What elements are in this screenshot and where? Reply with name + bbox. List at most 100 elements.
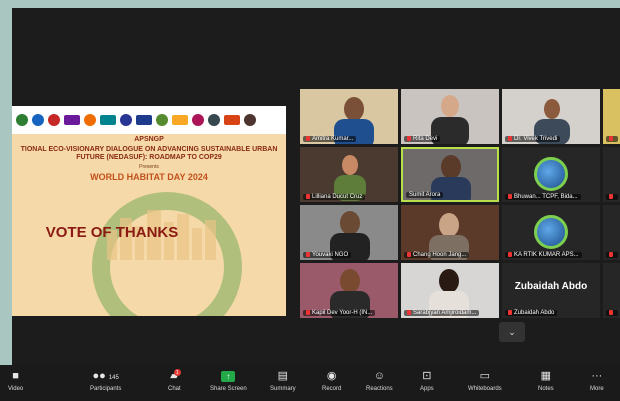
participant-name: Kapil Dev Yoor-H (IN...: [303, 309, 376, 316]
participant-name: Lilliana Ducut Cruz: [303, 193, 366, 200]
participant-tile[interactable]: Bhuwan... TCPF, Bida...: [502, 147, 600, 202]
logo-icon: [64, 115, 80, 125]
chat-badge: 1: [173, 369, 181, 376]
participant-tile[interactable]: Dr. Vivek Trivedi: [502, 89, 600, 144]
participant-tile[interactable]: [603, 147, 620, 202]
smiley-icon: ☺: [373, 370, 385, 382]
logo-icon: [120, 114, 132, 126]
participant-tile[interactable]: KA RTIK KUMAR APS...: [502, 205, 600, 260]
participant-tile[interactable]: Kapil Dev Yoor-H (IN...: [300, 263, 398, 318]
more-button[interactable]: ··· More: [590, 369, 604, 392]
video-feed: [439, 213, 459, 237]
slide-presents: Presents: [139, 164, 159, 170]
muted-mic-icon: [407, 309, 411, 315]
record-button[interactable]: ◉ Record: [322, 369, 341, 392]
logo-icon: [172, 115, 188, 125]
logo-icon: [156, 114, 168, 126]
slide-vote-of-thanks: VOTE OF THANKS: [45, 224, 179, 241]
summary-button[interactable]: ▤ Summary: [270, 369, 296, 392]
participant-name: KA RTIK KUMAR APS...: [505, 251, 582, 258]
slide-event: WORLD HABITAT DAY 2024: [90, 172, 208, 182]
video-feed: [441, 95, 459, 117]
chevron-down-icon[interactable]: ⌄: [499, 322, 525, 342]
participant-name: [606, 193, 618, 200]
whiteboards-button[interactable]: ▭ Whiteboards: [468, 369, 502, 392]
video-feed: [340, 269, 360, 293]
ellipsis-icon: ···: [591, 370, 603, 382]
muted-mic-icon: [306, 135, 310, 141]
participant-name: Amitra Kumar...: [303, 135, 357, 142]
participant-tile[interactable]: [603, 205, 620, 260]
muted-mic-icon: [609, 135, 613, 141]
meeting-toolbar: ■ Video ●● 145 Participants ▰ 1 Chat ↑ Sh…: [0, 365, 620, 401]
chat-icon: ▰ 1: [170, 369, 181, 382]
meeting-window: APSNGP TIONAL ECO-VISIONARY DIALOGUE ON …: [12, 8, 620, 401]
logo-icon: [192, 114, 204, 126]
whiteboard-icon: ▭: [479, 370, 491, 382]
participant-name: Rita Devi: [404, 135, 441, 142]
participant-name: [606, 251, 618, 258]
logo-icon: [224, 115, 240, 125]
participant-name-avatar: Zubaidah Abdo: [514, 281, 588, 292]
muted-mic-icon: [306, 309, 310, 315]
camera-icon: ■: [12, 370, 19, 382]
participant-name: [606, 309, 618, 316]
muted-mic-icon: [609, 251, 613, 257]
record-icon: ◉: [326, 370, 337, 382]
video-feed: [344, 97, 364, 121]
muted-mic-icon: [508, 309, 512, 315]
muted-mic-icon: [407, 251, 411, 257]
participant-tile[interactable]: [603, 263, 620, 318]
participants-button[interactable]: ●● 145 Participants: [90, 369, 121, 392]
apps-button[interactable]: ⊡ Apps: [420, 369, 434, 392]
participant-name: Sarabjyan Amjiroidam...: [404, 309, 480, 316]
logo-icon: [100, 115, 116, 125]
participant-name: Zubaidah Abdo: [505, 309, 558, 316]
participant-tile-active-speaker[interactable]: Sumit Arora: [401, 147, 499, 202]
muted-mic-icon: [609, 309, 613, 315]
notes-icon: ▦: [540, 370, 552, 382]
participant-tile[interactable]: Lilliana Ducut Cruz: [300, 147, 398, 202]
logo-icon: [84, 114, 96, 126]
participant-tile[interactable]: [603, 89, 620, 144]
video-button[interactable]: ■ Video: [8, 369, 23, 392]
muted-mic-icon: [508, 251, 512, 257]
video-feed: [441, 155, 461, 179]
participant-name: Sumit Arora: [406, 192, 444, 198]
logo-icon: [208, 114, 220, 126]
logo-icon: [48, 114, 60, 126]
apps-icon: ⊡: [422, 370, 432, 382]
notes-button[interactable]: ▦ Notes: [538, 369, 554, 392]
participant-tile[interactable]: Zubaidah Abdo Zubaidah Abdo: [502, 263, 600, 318]
summary-icon: ▤: [277, 370, 289, 382]
participant-name: Dr. Vivek Trivedi: [505, 135, 561, 142]
share-screen-icon: ↑: [221, 371, 236, 382]
logo-icon: [244, 114, 256, 126]
logo-icon: [136, 115, 152, 125]
participant-tile[interactable]: Sarabjyan Amjiroidam...: [401, 263, 499, 318]
muted-mic-icon: [306, 251, 310, 257]
slide-title: TIONAL ECO-VISIONARY DIALOGUE ON ADVANCI…: [20, 146, 278, 161]
participant-name: Bhuwan... TCPF, Bida...: [505, 193, 581, 200]
chat-button[interactable]: ▰ 1 Chat: [168, 369, 181, 392]
reactions-button[interactable]: ☺ Reactions: [366, 369, 393, 392]
globe-avatar-icon: [534, 157, 568, 191]
participant-tile[interactable]: Youvaki NGO: [300, 205, 398, 260]
video-feed: [431, 177, 471, 200]
video-feed: [544, 99, 560, 119]
video-feed: [340, 211, 360, 235]
muted-mic-icon: [508, 193, 512, 199]
video-feed: [342, 155, 358, 175]
participant-tile[interactable]: Rita Devi: [401, 89, 499, 144]
sponsor-logos: [12, 106, 286, 134]
logo-icon: [32, 114, 44, 126]
muted-mic-icon: [306, 193, 310, 199]
participant-name: Youvaki NGO: [303, 251, 352, 258]
logo-icon: [16, 114, 28, 126]
participant-tile[interactable]: Amitra Kumar...: [300, 89, 398, 144]
share-screen-button[interactable]: ↑ Share Screen: [210, 369, 247, 392]
video-feed: [439, 269, 459, 293]
participant-tile[interactable]: Chang Hoon Jang...: [401, 205, 499, 260]
muted-mic-icon: [407, 135, 411, 141]
shared-screen: APSNGP TIONAL ECO-VISIONARY DIALOGUE ON …: [12, 106, 286, 316]
